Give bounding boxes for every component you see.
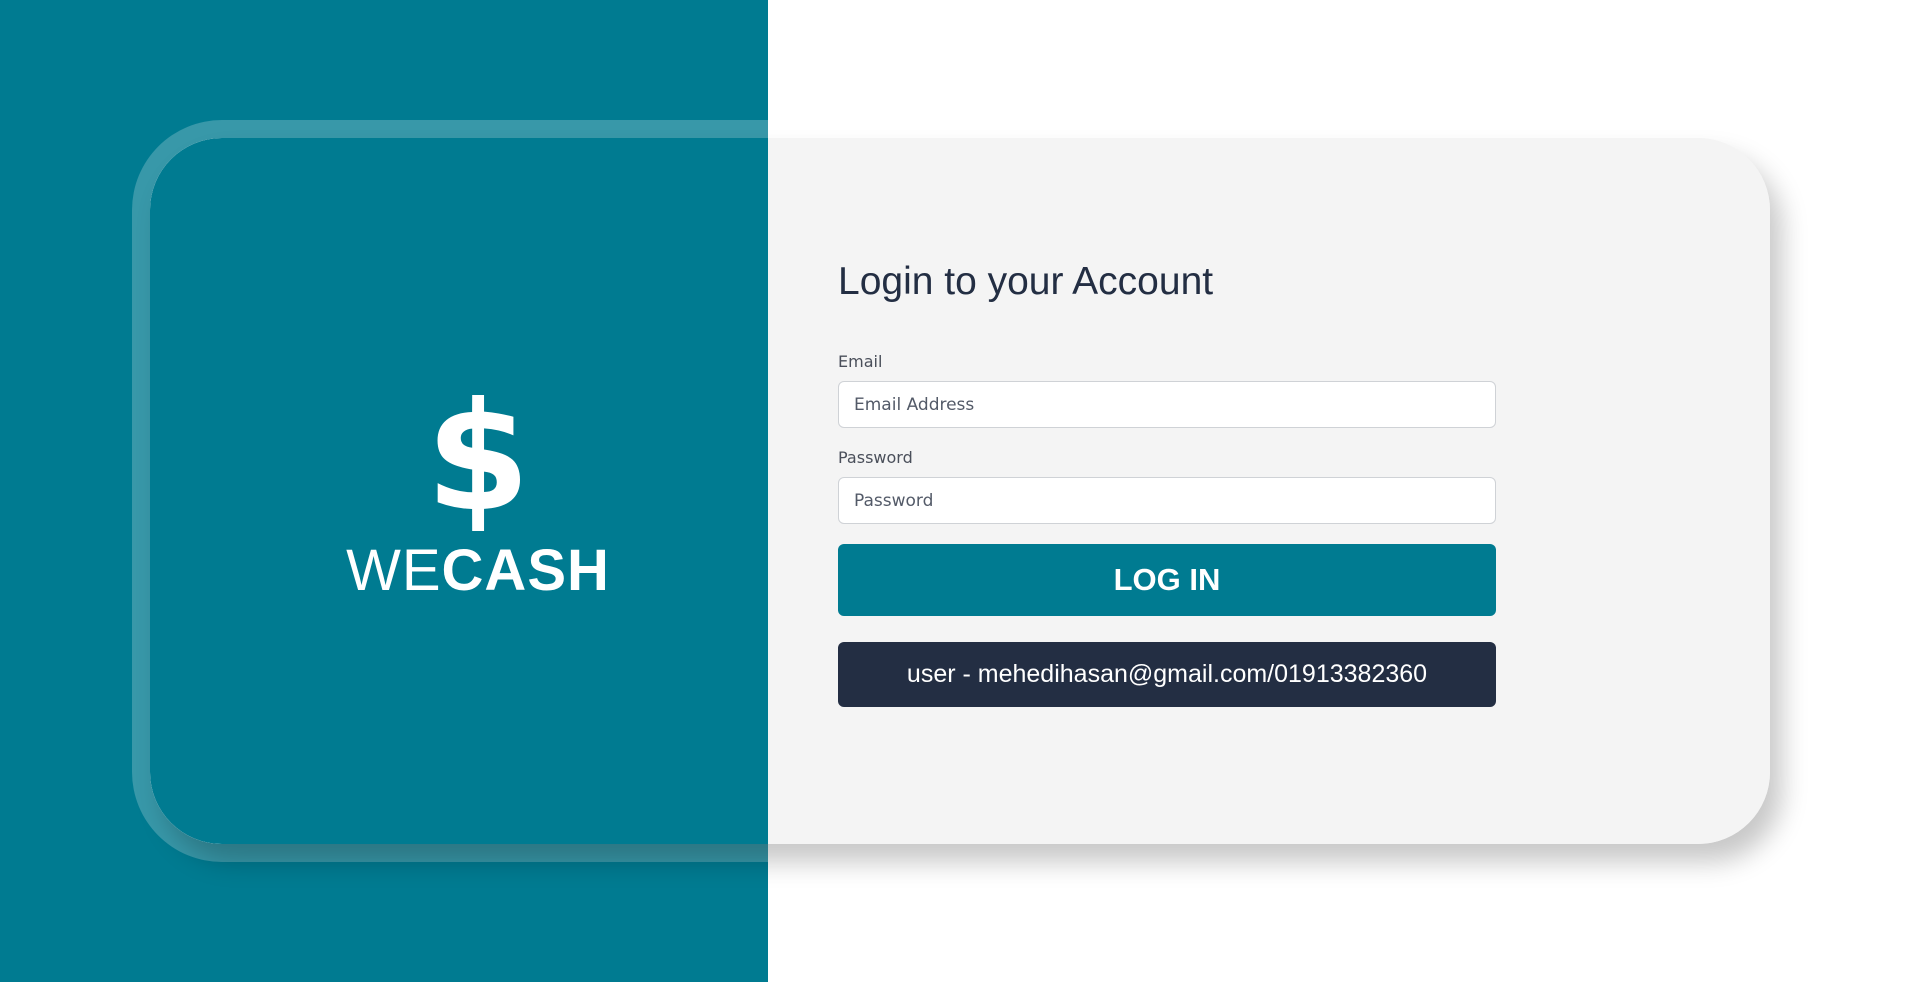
login-page: $ WECASH Login to your Account Email Pas…: [0, 0, 1920, 982]
dollar-icon: $: [425, 371, 531, 545]
email-field-group: Email: [838, 352, 1496, 428]
form-title: Login to your Account: [838, 260, 1214, 303]
brand-name-light: WE: [346, 538, 442, 603]
brand-panel: $ WECASH: [150, 138, 768, 844]
password-field-group: Password: [838, 448, 1496, 524]
password-input[interactable]: [838, 477, 1496, 524]
demo-credentials-text: user - mehedihasan@gmail.com/01913382360: [906, 660, 1428, 688]
brand-name: WECASH: [150, 538, 806, 604]
login-form: Login to your Account Email Password LOG…: [838, 256, 1496, 707]
brand-name-bold: CASH: [441, 538, 610, 603]
email-label: Email: [838, 352, 883, 371]
demo-credentials-box: user - mehedihasan@gmail.com/01913382360: [838, 642, 1496, 707]
brand-logo: $ WECASH: [150, 371, 806, 604]
password-label: Password: [838, 448, 913, 467]
email-input[interactable]: [838, 381, 1496, 428]
login-card: $ WECASH Login to your Account Email Pas…: [150, 138, 1770, 844]
login-button[interactable]: LOG IN: [838, 544, 1496, 616]
